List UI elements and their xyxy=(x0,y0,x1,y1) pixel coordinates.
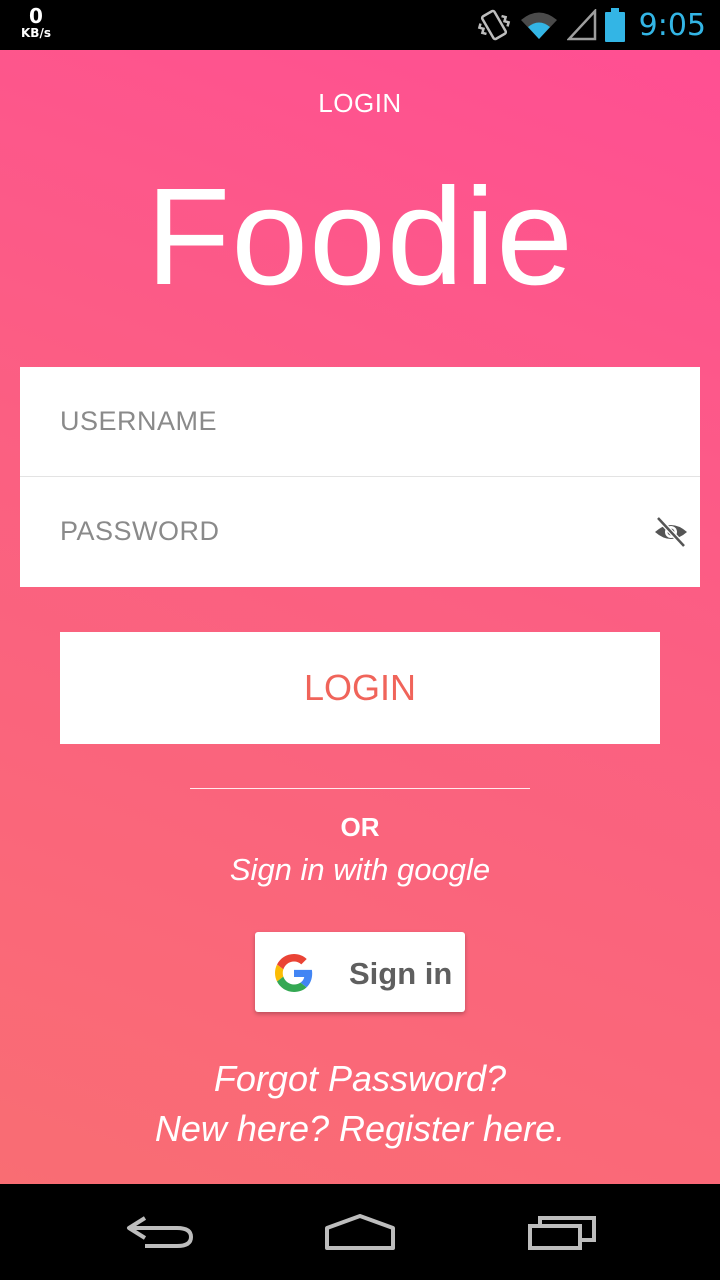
battery-icon xyxy=(604,8,625,42)
app-logo-text: Foodie xyxy=(146,160,574,314)
divider xyxy=(190,788,530,789)
google-signin-hint: Sign in with google xyxy=(229,852,491,887)
password-field-container xyxy=(20,477,700,586)
home-icon[interactable] xyxy=(315,1208,405,1256)
network-speed-value: 0 xyxy=(29,4,43,28)
network-speed: 0 KB/s xyxy=(16,6,56,39)
status-icons: 9:05 xyxy=(477,0,706,50)
vibrate-icon xyxy=(477,9,510,41)
username-field[interactable] xyxy=(60,367,640,476)
page-title: LOGIN xyxy=(318,88,402,118)
login-form xyxy=(20,367,700,587)
signal-icon xyxy=(566,9,596,41)
login-button[interactable]: LOGIN xyxy=(60,632,660,744)
google-logo-icon xyxy=(275,954,313,992)
login-screen: LOGIN Foodie LOGIN OR Sign in with googl… xyxy=(0,50,720,1184)
username-field-container xyxy=(20,367,700,477)
wifi-icon xyxy=(520,12,557,39)
google-signin-button[interactable]: Sign in xyxy=(255,932,465,1012)
navigation-bar xyxy=(0,1184,720,1280)
or-label: OR xyxy=(340,812,380,842)
network-speed-unit: KB/s xyxy=(21,26,51,40)
forgot-password-link[interactable]: Forgot Password? xyxy=(0,1058,720,1100)
back-icon[interactable] xyxy=(115,1208,205,1256)
google-signin-label: Sign in xyxy=(349,956,453,991)
recents-icon[interactable] xyxy=(518,1208,608,1256)
clock: 9:05 xyxy=(638,7,706,43)
visibility-off-icon[interactable] xyxy=(652,513,690,551)
status-bar: 0 KB/s 9:05 xyxy=(0,0,720,50)
register-link[interactable]: New here? Register here. xyxy=(0,1108,720,1150)
password-field[interactable] xyxy=(60,477,640,586)
